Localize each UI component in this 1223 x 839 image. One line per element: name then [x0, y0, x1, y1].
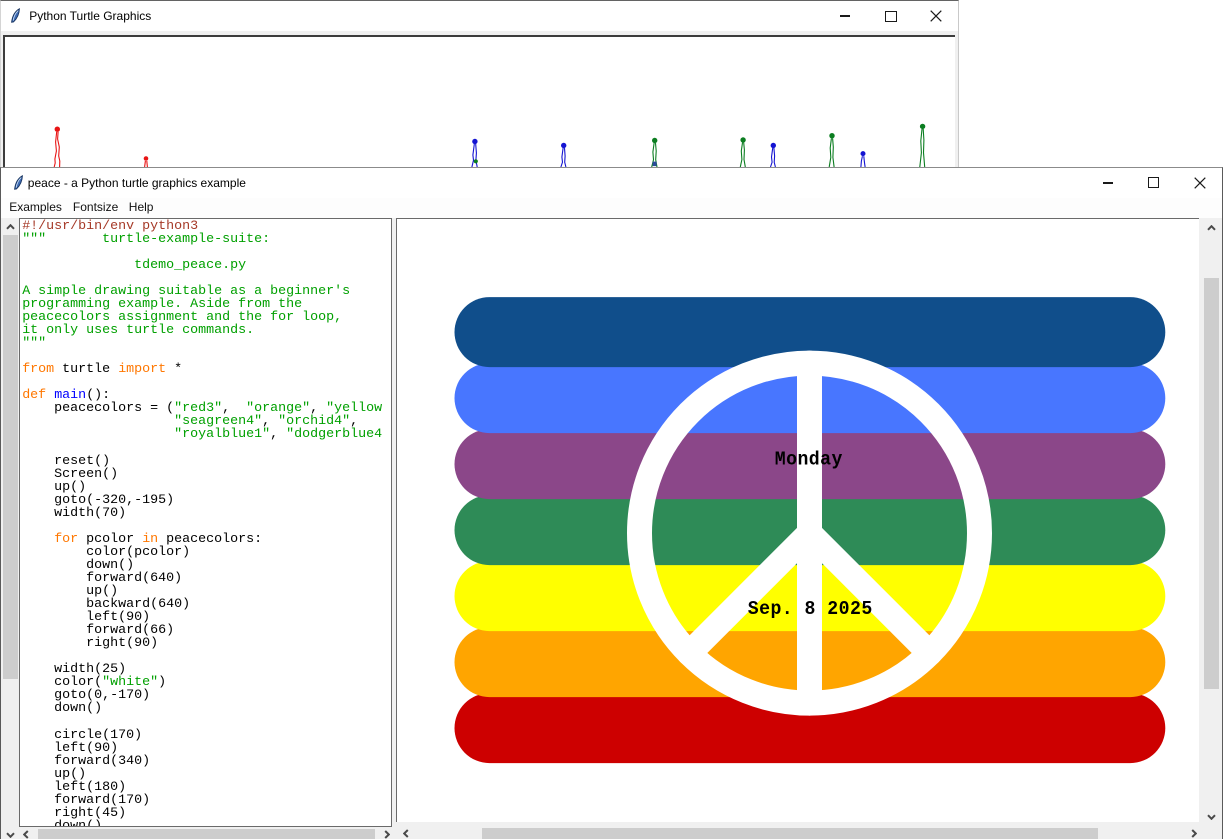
svg-text:Sep. 8 2025: Sep. 8 2025 — [748, 598, 873, 621]
svg-text:Monday: Monday — [775, 448, 843, 471]
